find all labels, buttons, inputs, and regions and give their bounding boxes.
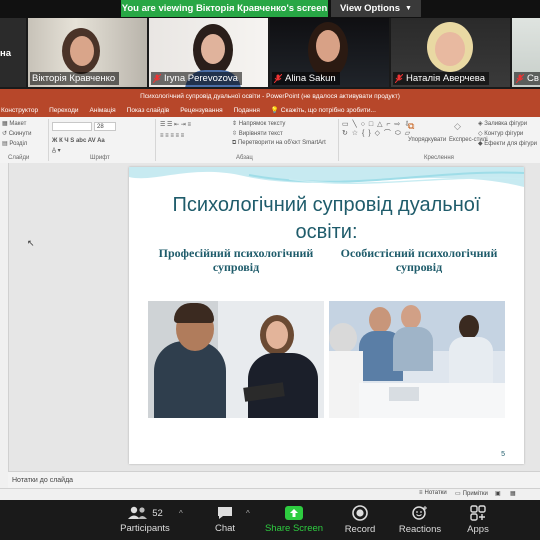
participants-button[interactable]: 52 Participants	[112, 500, 178, 540]
ribbon: ▦ Макет ↺ Скинути ▤ Розділ Слайди 28 Ж К…	[0, 117, 540, 164]
chat-icon	[218, 507, 232, 519]
participant-name-tag: Iryna Perevozova	[151, 72, 242, 85]
window-title: Психологічний супровід дуальної освіти -…	[140, 92, 400, 100]
shapes-gallery[interactable]: ▭ ╲ ○ □ △ ⌐ ⇨ ⇩ ↻ ☆ { } ◇ ⌒ ⬭ ▱	[342, 120, 411, 138]
apps-button[interactable]: Apps	[460, 500, 496, 540]
apps-icon	[470, 505, 486, 521]
participant-name-tag: Св	[514, 72, 540, 85]
mic-muted-icon	[153, 74, 161, 83]
notes-pane[interactable]: Нотатки до слайда	[8, 471, 540, 488]
ribbon-button-section[interactable]: ▤ Розділ	[2, 140, 27, 147]
participant-name-fragment: на	[0, 48, 12, 59]
group-label-paragraph: Абзац	[236, 155, 253, 161]
font-size-box[interactable]: 28	[94, 122, 116, 131]
font-color-buttons[interactable]: A̲ ▾	[52, 147, 61, 154]
video-tile[interactable]: Iryna Perevozova	[149, 18, 268, 87]
participants-caret[interactable]: ^	[179, 509, 183, 518]
tab-animations[interactable]: Анімація	[90, 107, 116, 114]
ribbon-button-align-text[interactable]: ⇳ Вирівняти текст	[232, 130, 283, 137]
view-normal-button[interactable]: ▣	[495, 490, 501, 497]
tab-review[interactable]: Рецензування	[180, 107, 222, 114]
participants-count: 52	[152, 507, 163, 519]
comments-icon: ▭	[455, 491, 461, 497]
share-screen-button[interactable]: Share Screen	[264, 500, 324, 540]
ribbon-separator	[48, 119, 49, 161]
video-tile[interactable]: Alina Sakun	[270, 18, 389, 87]
thumbnail-pane[interactable]	[0, 163, 9, 488]
ribbon-button-layout[interactable]: ▦ Макет	[2, 120, 26, 127]
ribbon-tabs: Конструктор Переходи Анімація Показ слай…	[0, 103, 540, 117]
ribbon-button-reset[interactable]: ↺ Скинути	[2, 130, 31, 137]
record-label: Record	[344, 524, 376, 535]
meeting-photo	[329, 301, 505, 418]
notes-placeholder: Нотатки до слайда	[12, 476, 74, 484]
notes-toggle[interactable]: ≡ Нотатки	[419, 490, 447, 496]
view-options-label: View Options	[340, 3, 401, 14]
participants-label: Participants	[120, 523, 170, 534]
font-family-box[interactable]	[52, 122, 92, 131]
reactions-label: Reactions	[398, 524, 442, 535]
slide-canvas[interactable]: Психологічний супровід дуальної освіти: …	[129, 167, 524, 464]
viewing-screen-banner: You are viewing Вікторія Кравченко's scr…	[121, 0, 328, 17]
video-tile[interactable]: Наталія Аверчева	[391, 18, 510, 87]
reactions-button[interactable]: Reactions	[396, 500, 444, 540]
viewing-screen-text: You are viewing Вікторія Кравченко's scr…	[121, 3, 328, 14]
chat-caret[interactable]: ^	[246, 509, 250, 518]
ribbon-button-shape-outline[interactable]: ◇ Контур фігури	[478, 130, 523, 137]
slide-number: 5	[501, 451, 505, 458]
ribbon-button-shape-effects[interactable]: ◆ Ефекти для фігури	[478, 140, 537, 147]
group-label-slides: Слайди	[8, 155, 30, 161]
record-button[interactable]: Record	[338, 500, 382, 540]
slide-right-heading: Особистісний психологічний супровід	[340, 246, 498, 274]
notes-icon: ≡	[419, 490, 423, 496]
chat-label: Chat	[214, 523, 236, 534]
apps-label: Apps	[467, 524, 489, 535]
ribbon-separator	[155, 119, 156, 161]
paragraph-align-buttons[interactable]: ≡ ≡ ≡ ≡ ≡	[160, 133, 184, 139]
counseling-photo	[148, 301, 324, 418]
chevron-down-icon: ▼	[405, 5, 412, 12]
group-label-drawing: Креслення	[424, 155, 454, 161]
participant-name-tag: Наталія Аверчева	[393, 72, 489, 85]
slide-title: Психологічний супровід дуальної освіти:	[172, 194, 481, 243]
tell-me-box[interactable]: 💡 Скажіть, що потрібно зробити...	[271, 106, 376, 114]
mouse-cursor-icon: ↖	[27, 238, 35, 248]
ribbon-separator	[338, 119, 339, 161]
font-format-buttons[interactable]: Ж К Ч S abc AV Aa	[52, 138, 105, 144]
ribbon-button-arrange[interactable]: Упорядкувати	[408, 137, 446, 143]
tab-design[interactable]: Конструктор	[1, 107, 38, 114]
tab-slide-show[interactable]: Показ слайдів	[127, 107, 170, 114]
arrange-icon: ⧉	[408, 121, 415, 131]
lightbulb-icon: 💡	[270, 107, 279, 114]
participant-name-tag: Вікторія Кравченко	[30, 72, 120, 85]
participants-icon	[128, 506, 148, 519]
view-options-button[interactable]: View Options ▼	[331, 0, 421, 17]
mic-muted-icon	[395, 74, 403, 83]
video-tile-partial[interactable]: на	[0, 18, 26, 87]
quick-styles-icon: ◇	[454, 121, 461, 131]
mic-muted-icon	[516, 74, 524, 83]
video-tile-active-speaker[interactable]: Вікторія Кравченко	[28, 18, 147, 87]
view-sorter-button[interactable]: ▦	[510, 490, 516, 497]
ribbon-button-text-direction[interactable]: ⇕ Напрямок тексту	[232, 120, 285, 127]
group-label-font: Шрифт	[90, 155, 110, 161]
share-screen-label: Share Screen	[264, 523, 324, 534]
video-tile-partial[interactable]: Св	[512, 18, 540, 87]
mic-muted-icon	[274, 74, 282, 83]
chat-button[interactable]: Chat	[205, 500, 245, 540]
ribbon-button-shape-fill[interactable]: ◈ Заливка фігури	[478, 120, 527, 127]
tab-transitions[interactable]: Переходи	[49, 107, 78, 114]
comments-toggle[interactable]: ▭ Примітки	[455, 490, 488, 498]
reactions-icon	[412, 506, 427, 520]
share-screen-icon	[285, 506, 303, 520]
ribbon-button-smartart[interactable]: ⧉ Перетворити на об'єкт SmartArt	[232, 140, 326, 147]
participant-name-tag: Alina Sakun	[272, 72, 340, 85]
powerpoint-title-bar: Психологічний супровід дуальної освіти -…	[0, 89, 540, 103]
record-icon	[352, 505, 368, 521]
paragraph-list-buttons[interactable]: ☰ ☰ ⇤ ⇥ ≡	[160, 121, 191, 128]
slide-left-heading: Професійний психологічний супровід	[158, 246, 314, 274]
tab-view[interactable]: Подання	[234, 107, 260, 114]
